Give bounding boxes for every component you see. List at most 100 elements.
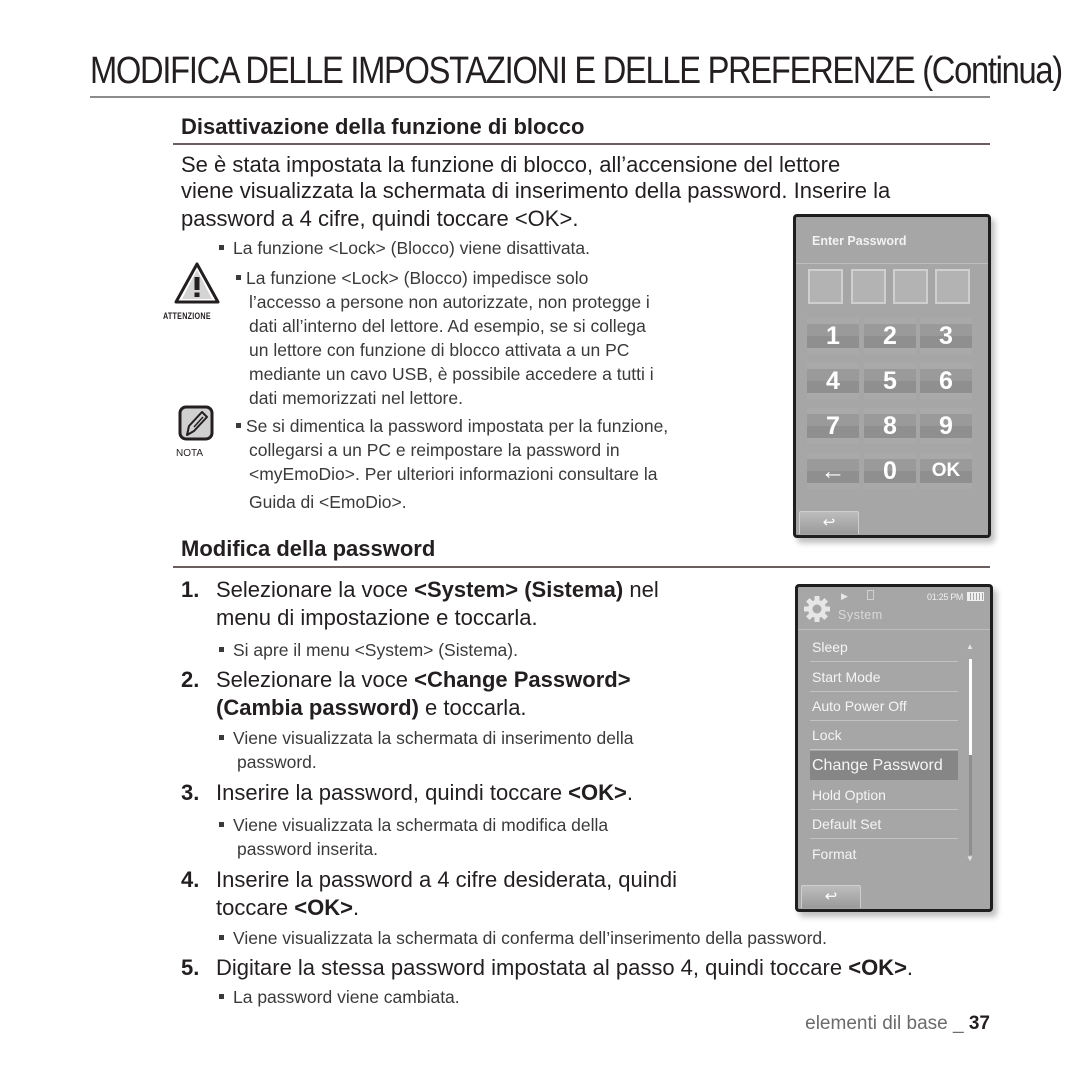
bullet-line: password.	[237, 752, 317, 772]
step-text-bold: <Change Password>	[414, 667, 631, 692]
key-7[interactable]: 7	[807, 408, 859, 444]
password-digit-box[interactable]	[808, 269, 843, 304]
warning-line: dati memorizzati nel lettore.	[249, 388, 463, 408]
scrollbar-thumb[interactable]	[969, 659, 972, 755]
key-6[interactable]: 6	[920, 363, 972, 399]
menu-item-start-mode[interactable]: Start Mode	[810, 663, 958, 692]
backspace-key[interactable]: ←	[807, 453, 859, 489]
clock-text: 01:25 PM	[927, 592, 964, 602]
warning-line: un lettore con funzione di blocco attiva…	[249, 340, 630, 360]
lock-icon	[867, 590, 874, 600]
step-text-part: nel	[623, 577, 659, 602]
step-text: Digitare la stessa password impostata al…	[181, 954, 913, 982]
bullet-text: La password viene cambiata.	[233, 987, 460, 1007]
warning-line: mediante un cavo USB, è possibile accede…	[249, 364, 654, 384]
key-5[interactable]: 5	[864, 363, 916, 399]
section-heading-change-password: Modifica della password	[181, 536, 436, 561]
menu-item-default-set[interactable]: Default Set	[810, 810, 958, 839]
menu-item-auto-power-off[interactable]: Auto Power Off	[810, 692, 958, 721]
key-4[interactable]: 4	[807, 363, 859, 399]
step-2: 2. Selezionare la voce <Change Password>…	[181, 666, 741, 722]
system-screen-title: System	[838, 608, 883, 622]
bullet-marker	[236, 422, 241, 428]
password-digit-box[interactable]	[935, 269, 970, 304]
step-text-bold: <OK>	[848, 955, 907, 980]
key-9[interactable]: 9	[920, 408, 972, 444]
note-line: Guida di <EmoDio>.	[249, 492, 407, 512]
key-2[interactable]: 2	[864, 318, 916, 354]
scroll-down-icon[interactable]: ▼	[966, 854, 974, 863]
key-0[interactable]: 0	[864, 453, 916, 489]
password-digit-box[interactable]	[851, 269, 886, 304]
key-8[interactable]: 8	[864, 408, 916, 444]
step-text: Selezionare la voce <System> (Sistema) n…	[181, 576, 741, 604]
intro-line: Se è stata impostata la funzione di bloc…	[181, 152, 841, 177]
step-text-part: .	[352, 895, 360, 920]
step-text: Inserire la password a 4 cifre desiderat…	[216, 867, 678, 892]
bullet-text: Viene visualizzata la schermata di confe…	[233, 928, 828, 948]
note-line: Se si dimentica la password impostata pe…	[236, 414, 668, 438]
step-text: Inserire la password, quindi toccare <OK…	[181, 779, 633, 807]
password-digit-box[interactable]	[893, 269, 928, 304]
step-number: 5.	[181, 955, 200, 980]
warning-triangle-icon	[174, 262, 220, 304]
bullet-marker	[219, 993, 224, 999]
note-label: NOTA	[176, 448, 204, 459]
bullet-marker	[236, 274, 241, 280]
return-arrow-icon: ↩	[824, 888, 838, 905]
bullet-item: Viene visualizzata la schermata di inser…	[219, 726, 633, 774]
bullet-marker	[219, 934, 224, 940]
back-button[interactable]: ↩	[801, 885, 861, 908]
warning-line: La funzione <Lock> (Blocco) impedisce so…	[236, 266, 654, 290]
play-icon: ▶	[841, 591, 848, 601]
key-1[interactable]: 1	[807, 318, 859, 354]
header-divider	[798, 629, 990, 630]
step-text-part: toccare	[216, 895, 295, 920]
password-screen-title: Enter Password	[812, 234, 907, 248]
step-text: toccare <OK>.	[181, 894, 677, 922]
bullet-marker	[219, 244, 224, 250]
bullet-item: Si apre il menu <System> (Sistema).	[219, 638, 518, 662]
scroll-up-icon[interactable]: ▲	[966, 642, 974, 651]
intro-paragraph: Se è stata impostata la funzione di bloc…	[181, 152, 890, 232]
menu-item-format[interactable]: Format	[810, 840, 958, 869]
bullet-line: Viene visualizzata la schermata di modif…	[219, 813, 608, 837]
return-arrow-icon: ↩	[822, 514, 836, 531]
step-text: menu di impostazione e toccarla.	[216, 605, 538, 630]
warning-label: ATTENZIONE	[163, 311, 211, 321]
gear-icon	[804, 596, 830, 622]
step-number: 3.	[181, 780, 200, 805]
page-number: 37	[968, 1013, 990, 1034]
step-text-bold: <System> (Sistema)	[414, 577, 624, 602]
left-arrow-icon: ←	[820, 457, 846, 485]
warning-block-icon: ATTENZIONE	[163, 262, 233, 321]
section-divider	[173, 143, 990, 145]
bullet-item: La password viene cambiata.	[219, 985, 460, 1009]
password-screen: Enter Password 1 2 3 4 5 6 7 8 9 ← 0 OK …	[793, 214, 991, 538]
page-footer: elementi dil base _ 37	[805, 1013, 990, 1035]
menu-item-sleep[interactable]: Sleep	[810, 633, 958, 662]
title-divider	[90, 96, 990, 98]
step-text-part: Selezionare la voce	[216, 667, 415, 692]
footer-section-name: elementi dil base _	[805, 1013, 969, 1034]
menu-item-hold-option[interactable]: Hold Option	[810, 781, 958, 810]
bullet-marker	[219, 821, 224, 827]
pencil-note-icon	[178, 405, 214, 441]
bullet-text: Viene visualizzata la schermata di modif…	[233, 815, 609, 835]
bullet-marker	[219, 734, 224, 740]
note-text: Se si dimentica la password impostata pe…	[236, 414, 668, 514]
warning-text: La funzione <Lock> (Blocco) impedisce so…	[236, 266, 654, 410]
menu-item-change-password[interactable]: Change Password	[810, 751, 958, 780]
step-text-bold: (Cambia password)	[216, 695, 419, 720]
warning-line: dati all’interno del lettore. Ad esempio…	[249, 316, 646, 336]
menu-item-lock[interactable]: Lock	[810, 721, 958, 750]
bullet-text: La funzione <Lock> (Blocco) viene disatt…	[233, 238, 591, 258]
back-button[interactable]: ↩	[799, 511, 859, 534]
step-text-bold: <OK>	[294, 895, 353, 920]
section-divider	[173, 566, 990, 568]
step-text-part: e toccarla.	[418, 695, 527, 720]
bullet-marker	[219, 646, 224, 652]
key-3[interactable]: 3	[920, 318, 972, 354]
password-screen-header: Enter Password	[796, 217, 988, 264]
ok-key[interactable]: OK	[920, 453, 972, 489]
